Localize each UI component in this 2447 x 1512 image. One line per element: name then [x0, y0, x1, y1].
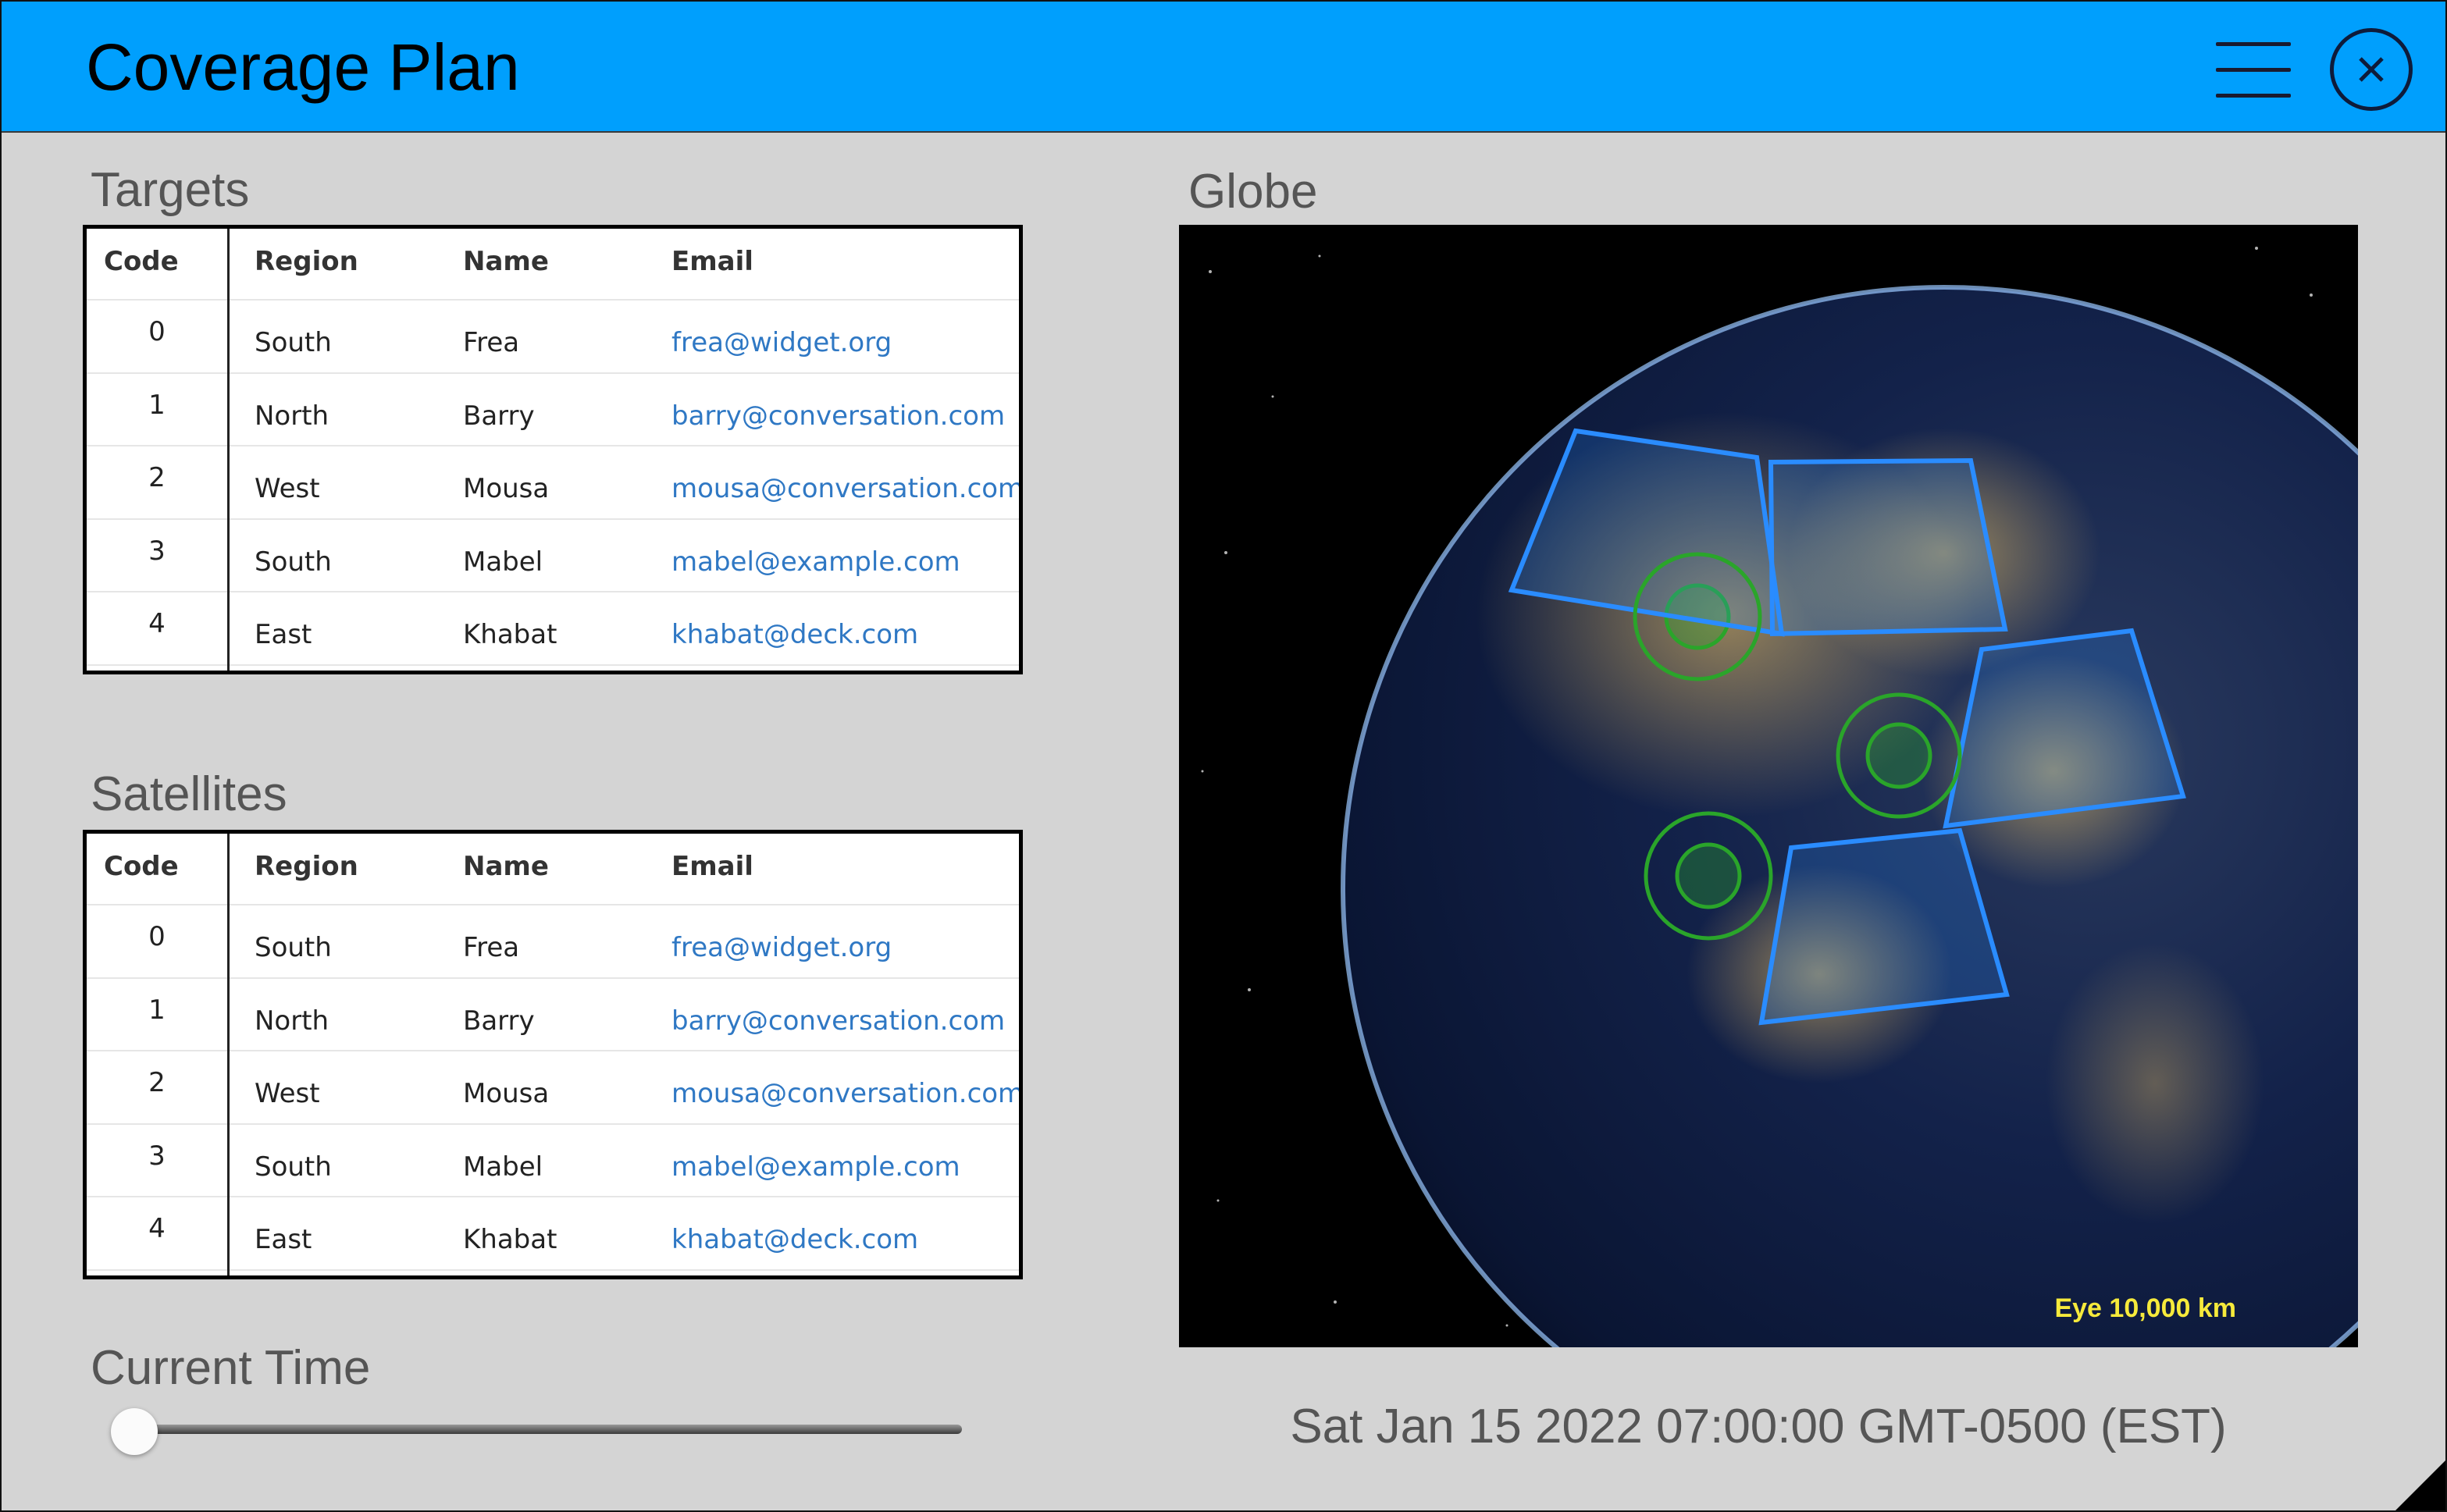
column-header-email: Email [671, 246, 753, 277]
targets-table: Code Region Name Email 0 South Frea frea… [83, 225, 1023, 674]
column-header-code: Code [104, 851, 179, 882]
column-header-name: Name [463, 851, 549, 882]
row-name: Barry [463, 1005, 535, 1037]
row-name: Frea [463, 932, 520, 963]
satellites-table: Code Region Name Email 0 South Frea frea… [83, 830, 1023, 1279]
row-code: 2 [148, 1067, 166, 1098]
column-divider [227, 834, 230, 1275]
column-header-name: Name [463, 246, 549, 277]
row-code: 4 [148, 1213, 166, 1244]
title-bar: Coverage Plan [2, 2, 2445, 133]
row-region: West [255, 1078, 320, 1109]
row-code: 1 [148, 389, 166, 421]
globe-viewer[interactable]: Eye 10,000 km [1179, 225, 2358, 1347]
row-email-link[interactable]: mabel@example.com [671, 1151, 960, 1183]
row-email-link[interactable]: barry@conversation.com [671, 1005, 1005, 1037]
row-region: South [255, 1151, 332, 1183]
row-email-link[interactable]: mousa@conversation.com [671, 1078, 1019, 1109]
column-header-region: Region [255, 246, 358, 277]
row-region: South [255, 546, 332, 578]
row-name: Khabat [463, 619, 557, 650]
row-region: North [255, 1005, 329, 1037]
row-email-link[interactable]: mousa@conversation.com [671, 473, 1019, 504]
slider-thumb[interactable] [111, 1408, 158, 1455]
targets-heading: Targets [91, 163, 250, 217]
coverage-circle[interactable] [1865, 722, 1932, 789]
footprint[interactable] [1758, 827, 2010, 1026]
row-name: Khabat [463, 1224, 557, 1255]
row-code: 3 [148, 535, 166, 567]
column-divider [227, 229, 230, 671]
satellites-heading: Satellites [91, 767, 287, 821]
window-title: Coverage Plan [86, 30, 520, 104]
row-code: 1 [148, 994, 166, 1026]
row-code: 0 [148, 316, 166, 347]
row-region: East [255, 1224, 312, 1255]
row-name: Barry [463, 400, 535, 432]
eye-altitude-label: Eye 10,000 km [2054, 1293, 2236, 1323]
close-icon [2359, 57, 2384, 82]
row-name: Mabel [463, 546, 543, 578]
row-region: North [255, 400, 329, 432]
row-email-link[interactable]: barry@conversation.com [671, 400, 1005, 432]
column-header-email: Email [671, 851, 753, 882]
hamburger-menu-icon[interactable] [2216, 42, 2291, 98]
footprint[interactable] [1768, 457, 2008, 637]
row-code: 3 [148, 1140, 166, 1172]
current-time-heading: Current Time [91, 1341, 371, 1395]
row-email-link[interactable]: mabel@example.com [671, 546, 960, 578]
row-name: Mousa [463, 473, 550, 504]
column-header-code: Code [104, 246, 179, 277]
row-email-link[interactable]: khabat@deck.com [671, 619, 918, 650]
row-name: Frea [463, 327, 520, 358]
current-time-display: Sat Jan 15 2022 07:00:00 GMT-0500 (EST) [1290, 1400, 2227, 1453]
row-code: 0 [148, 921, 166, 952]
row-region: West [255, 473, 320, 504]
slider-track[interactable] [119, 1425, 962, 1434]
time-slider[interactable] [111, 1408, 962, 1455]
globe-heading: Globe [1188, 165, 1318, 219]
globe-canvas[interactable] [1179, 225, 2358, 1347]
row-region: South [255, 932, 332, 963]
row-name: Mabel [463, 1151, 543, 1183]
row-region: East [255, 619, 312, 650]
row-email-link[interactable]: khabat@deck.com [671, 1224, 918, 1255]
column-header-region: Region [255, 851, 358, 882]
row-email-link[interactable]: frea@widget.org [671, 932, 892, 963]
coverage-circle[interactable] [1675, 842, 1742, 909]
row-code: 4 [148, 608, 166, 639]
row-email-link[interactable]: frea@widget.org [671, 327, 892, 358]
app-window: Coverage Plan Targets Code Region Name E… [0, 0, 2447, 1512]
row-name: Mousa [463, 1078, 550, 1109]
row-region: South [255, 327, 332, 358]
row-code: 2 [148, 462, 166, 493]
close-button[interactable] [2330, 28, 2413, 111]
resize-grip-icon[interactable] [2395, 1460, 2445, 1510]
